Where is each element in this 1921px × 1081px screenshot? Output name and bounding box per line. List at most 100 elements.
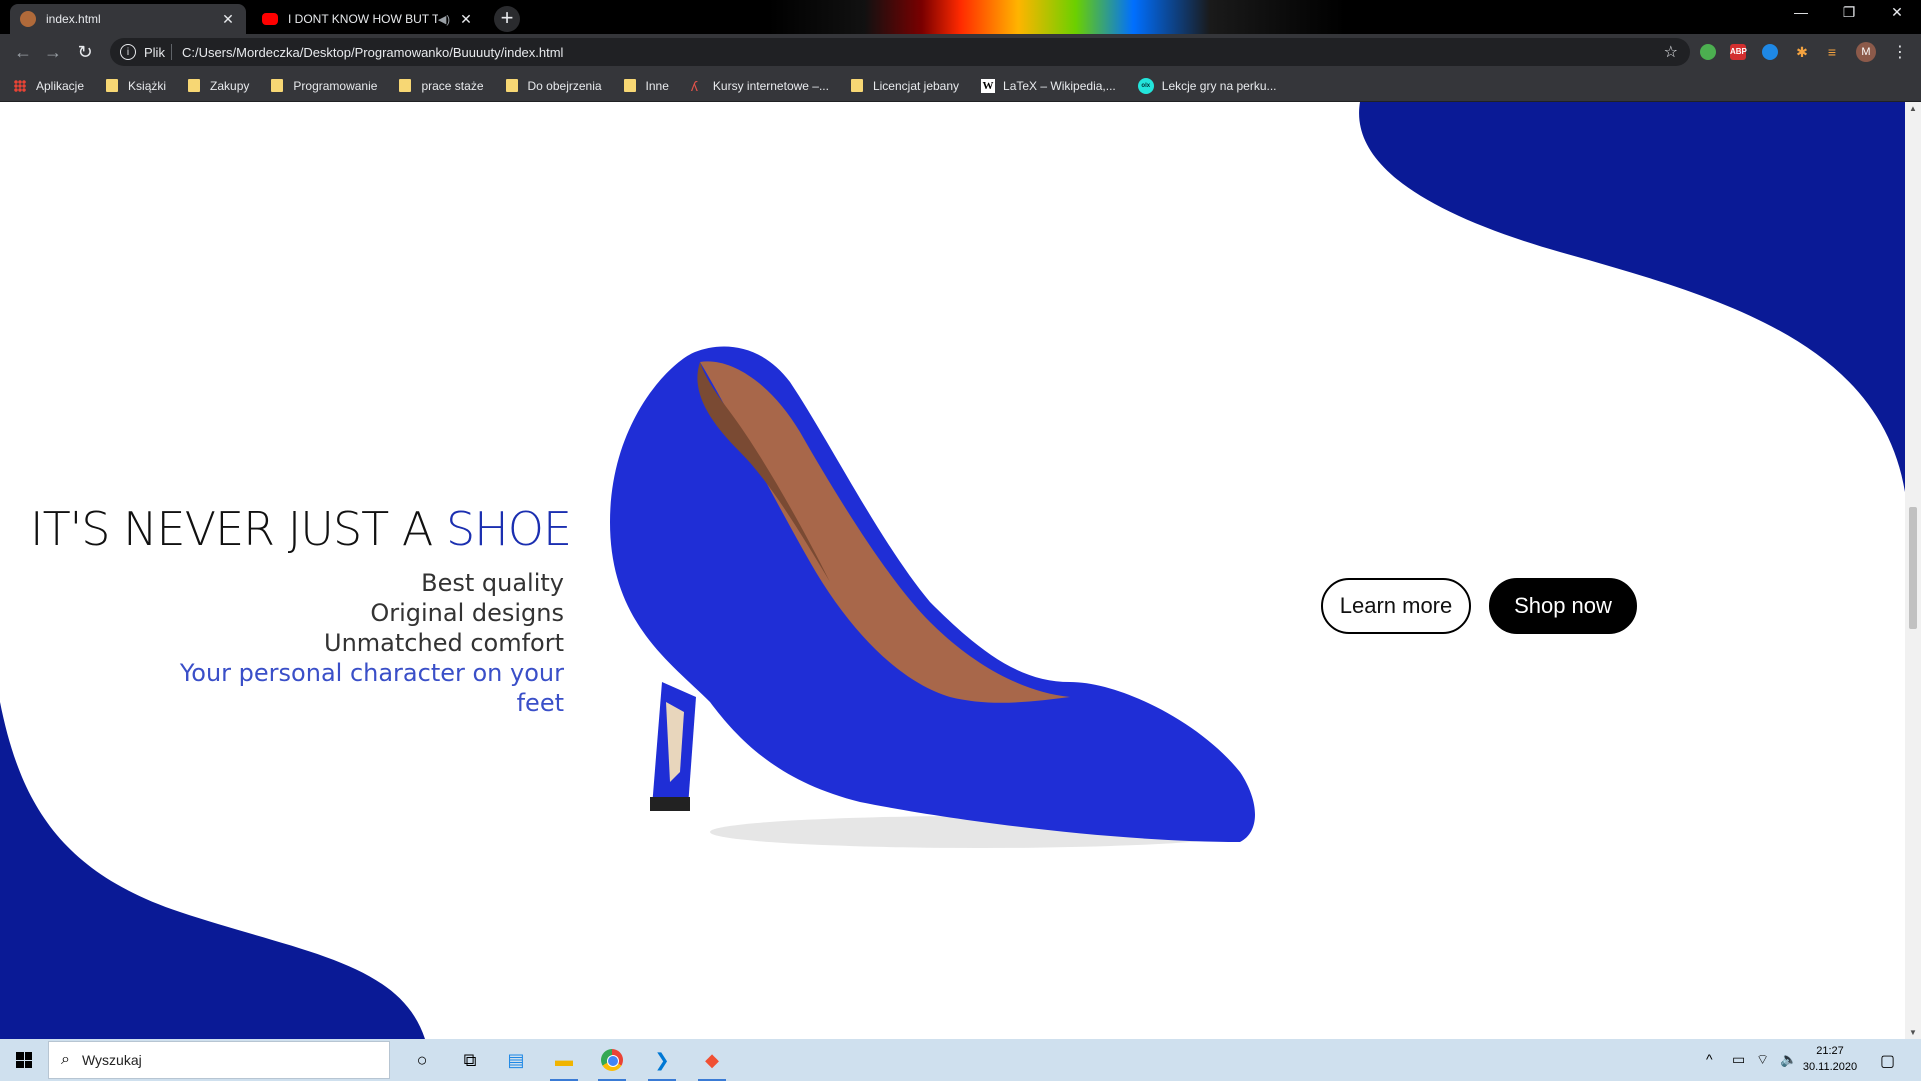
folder-icon <box>505 79 518 92</box>
task-view-icon[interactable]: ⧉ <box>454 1044 486 1076</box>
tab-title: index.html <box>46 12 101 26</box>
headline-text: IT'S NEVER JUST A <box>30 502 446 556</box>
chrome-icon[interactable] <box>596 1044 628 1081</box>
profile-avatar[interactable]: M <box>1856 42 1876 62</box>
cortana-icon[interactable]: ○ <box>406 1044 438 1076</box>
feature-accent: Your personal character on your feet <box>179 659 564 717</box>
folder-icon <box>106 79 119 92</box>
puzzle-icon[interactable]: ✱ <box>1794 44 1810 60</box>
bookmark-label: Lekcje gry na perku... <box>1161 78 1277 93</box>
bookmark-label: Do obejrzenia <box>527 78 602 93</box>
bookmark-label: Aplikacje <box>36 78 85 93</box>
apps-grid-icon <box>14 79 26 92</box>
top-right-blob <box>1359 102 1905 492</box>
new-tab-button[interactable]: + <box>494 6 520 32</box>
learn-more-button[interactable]: Learn more <box>1321 578 1471 634</box>
feature-item: Unmatched comfort <box>324 629 564 657</box>
bookmark-label: LaTeX – Wikipedia,... <box>1003 78 1116 93</box>
scroll-up-icon[interactable]: ▲ <box>1905 104 1921 113</box>
tab-youtube[interactable]: I DONT KNOW HOW BUT TH ◀) ✕ <box>252 4 484 34</box>
adblock-icon[interactable]: ABP <box>1730 44 1747 60</box>
address-bar[interactable]: i Plik C:/Users/Mordeczka/Desktop/Progra… <box>110 38 1690 66</box>
bookmark-star-icon[interactable]: ☆ <box>1664 42 1678 62</box>
windows-logo-icon <box>16 1052 32 1068</box>
youtube-favicon-icon <box>262 13 278 25</box>
bookmark-label: Inne <box>645 78 669 93</box>
address-separator <box>170 44 172 60</box>
vscode-icon[interactable]: ❯ <box>646 1044 678 1081</box>
explorer-doc-icon[interactable]: ▤ <box>500 1044 532 1076</box>
heel-tip <box>650 797 690 811</box>
address-url[interactable]: C:/Users/Mordeczka/Desktop/Programowanko… <box>182 45 564 60</box>
tab-close-icon[interactable]: ✕ <box>220 11 236 28</box>
tray-chevron-icon[interactable]: ^ <box>1706 1051 1713 1067</box>
shoe-body <box>610 346 1255 842</box>
chrome-ext-icon[interactable] <box>1700 44 1716 60</box>
bookmark-ksiazki[interactable]: Książki <box>106 79 166 93</box>
bookmark-label: Zakupy <box>210 78 250 93</box>
folder-icon <box>399 79 412 92</box>
folder-icon <box>188 79 201 92</box>
wifi-icon[interactable]: ⌔ <box>1756 1051 1769 1069</box>
browser-toolbar: ← → ↻ i Plik C:/Users/Mordeczka/Desktop/… <box>0 34 1921 70</box>
bookmark-label: Kursy internetowe –... <box>712 78 829 93</box>
search-icon: ⌕ <box>61 1051 70 1068</box>
scrollbar-thumb[interactable] <box>1909 507 1917 629</box>
file-explorer-icon[interactable]: ▬ <box>548 1044 580 1081</box>
bottom-left-blob <box>0 702 425 1039</box>
tab-close-icon[interactable]: ✕ <box>458 11 474 28</box>
bookmark-zakupy[interactable]: Zakupy <box>188 79 249 93</box>
clock-time: 21:27 <box>1816 1045 1844 1057</box>
vertical-scrollbar[interactable]: ▲ ▼ <box>1905 102 1921 1039</box>
bookmark-label: Książki <box>128 78 167 93</box>
browser-tab-strip: index.html ✕ I DONT KNOW HOW BUT TH ◀) ✕… <box>0 0 1921 34</box>
folder-icon <box>623 79 636 92</box>
info-icon[interactable]: i <box>120 44 136 60</box>
shop-now-button[interactable]: Shop now <box>1489 578 1637 634</box>
volume-icon[interactable]: 🔈 <box>1780 1051 1797 1068</box>
folder-icon <box>271 79 284 92</box>
bookmark-latex-wikipedia[interactable]: W LaTeX – Wikipedia,... <box>981 78 1116 93</box>
bookmark-prace-staze[interactable]: prace staże <box>399 78 484 93</box>
address-scheme: Plik <box>144 44 165 60</box>
feature-item: Original designs <box>370 599 564 627</box>
restore-button[interactable]: ❐ <box>1826 4 1872 21</box>
search-placeholder: Wyszukaj <box>81 1052 142 1068</box>
bookmark-lekcje-gry[interactable]: olx Lekcje gry na perku... <box>1137 77 1277 94</box>
page-viewport: IT'S NEVER JUST A SHOE Best quality Orig… <box>0 102 1905 1039</box>
bookmark-label: Programowanie <box>293 78 378 93</box>
taskbar-clock[interactable]: 21:27 30.11.2020 <box>1800 1043 1860 1075</box>
linkedin-learning-icon: ʎ <box>690 77 698 94</box>
bookmark-licencjat[interactable]: Licencjat jebany <box>850 78 960 93</box>
taskbar-search-box[interactable]: ⌕ Wyszukaj <box>48 1041 390 1079</box>
git-icon[interactable]: ◆ <box>696 1044 728 1081</box>
back-arrow-icon[interactable]: ← <box>12 41 34 63</box>
ext-circle-icon[interactable] <box>1762 44 1778 60</box>
headline-accent: SHOE <box>445 502 572 556</box>
bookmark-label: prace staże <box>421 78 484 93</box>
bookmark-aplikacje[interactable]: Aplikacje <box>14 79 84 93</box>
minimize-button[interactable]: — <box>1778 4 1824 20</box>
bookmark-inne[interactable]: Inne <box>623 78 669 93</box>
bookmark-label: Licencjat jebany <box>872 78 960 93</box>
battery-icon[interactable]: ▭ <box>1732 1051 1745 1068</box>
bookmark-do-obejrzenia[interactable]: Do obejrzenia <box>505 78 602 93</box>
close-window-button[interactable]: ✕ <box>1874 4 1920 21</box>
forward-arrow-icon[interactable]: → <box>42 41 64 63</box>
wikipedia-icon: W <box>981 78 996 93</box>
menu-kebab-icon[interactable]: ⋮ <box>1892 42 1908 62</box>
bookmark-kursy-internetowe[interactable]: ʎ Kursy internetowe –... <box>691 79 829 93</box>
notification-center-icon[interactable]: ▢ <box>1880 1051 1895 1071</box>
tab-index-html[interactable]: index.html ✕ <box>10 4 246 34</box>
page-headline: IT'S NEVER JUST A SHOE <box>30 502 572 556</box>
start-button[interactable] <box>0 1039 48 1081</box>
speaker-icon[interactable]: ◀) <box>438 13 450 26</box>
windows-taskbar: ⌕ Wyszukaj ○ ⧉ ▤ ▬ ❯ ◆ ^ ▭ ⌔ 🔈 21:27 30.… <box>0 1039 1921 1081</box>
globe-favicon-icon <box>20 11 36 27</box>
reading-list-icon[interactable]: ≡ <box>1824 44 1840 60</box>
folder-icon <box>850 79 863 92</box>
reload-icon[interactable]: ↻ <box>74 41 96 63</box>
bookmark-programowanie[interactable]: Programowanie <box>271 79 377 93</box>
blue-high-heel-shoe-image <box>610 346 1255 848</box>
scroll-down-icon[interactable]: ▼ <box>1905 1028 1921 1037</box>
